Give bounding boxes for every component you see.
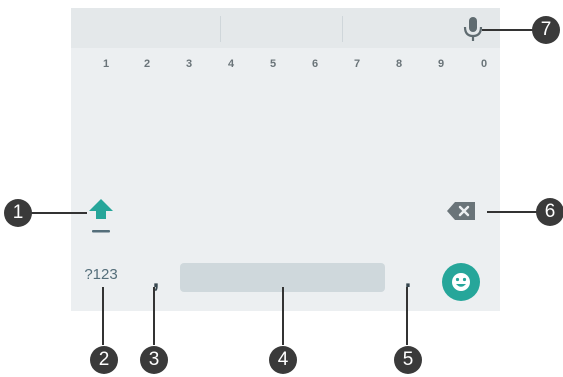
callout-7: 7 [532,16,560,44]
callout-lines [26,29,540,345]
callout-5: 5 [394,346,422,374]
callout-3: 3 [140,346,168,374]
callout-1: 1 [4,199,32,227]
callout-2: 2 [90,346,118,374]
callout-4: 4 [269,346,297,374]
callout-6: 6 [536,198,563,226]
